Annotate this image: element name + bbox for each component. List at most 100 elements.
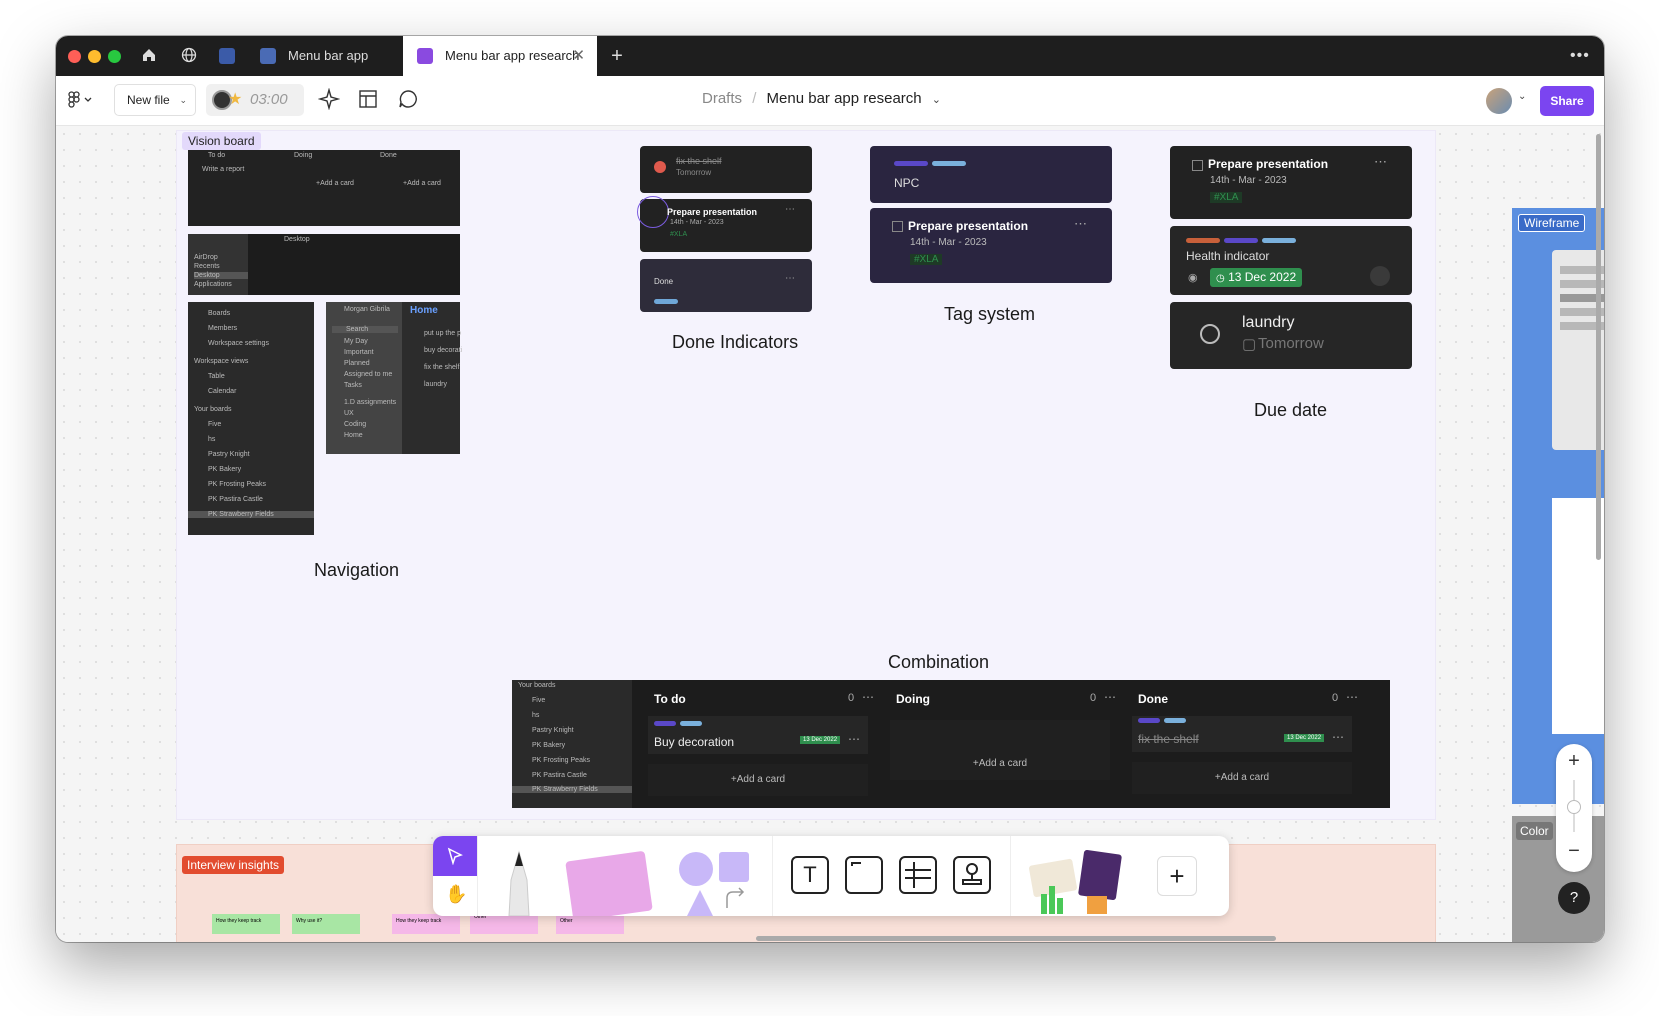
wireframe-section[interactable] — [1512, 208, 1604, 804]
done-card-hover[interactable]: Prepare presentation 14th - Mar - 2023 #… — [637, 196, 812, 252]
finder-screenshot[interactable]: Desktop AirDrop Recents Desktop Applicat… — [188, 234, 460, 295]
boards-sidebar-screenshot[interactable]: Boards Members Workspace settings Worksp… — [188, 302, 314, 535]
text-tool-icon[interactable]: T — [791, 856, 829, 894]
zoom-slider-handle[interactable] — [1567, 800, 1581, 814]
more-icon[interactable]: ⋯ — [1104, 690, 1116, 704]
globe-icon[interactable] — [180, 47, 198, 65]
more-icon[interactable]: ••• — [1570, 47, 1589, 65]
file-title[interactable]: Menu bar app research — [767, 90, 922, 107]
tag-pill — [1138, 718, 1160, 723]
kanban-screenshot[interactable]: To do Doing Done Write a report +Add a c… — [188, 150, 460, 226]
add-card-button[interactable]: +Add a card — [1132, 762, 1352, 794]
checked-circle-icon — [654, 161, 666, 173]
more-icon[interactable]: ⋯ — [862, 690, 874, 704]
triangle-shape-icon[interactable] — [685, 888, 715, 916]
add-card-button[interactable]: +Add a card — [890, 720, 1110, 780]
due-date-badge: 13 Dec 2022 — [800, 736, 841, 744]
zoom-in-icon[interactable]: + — [1556, 750, 1592, 773]
chevron-down-icon[interactable]: ⌄ — [1518, 91, 1526, 102]
file-tab-icon[interactable] — [218, 47, 236, 65]
tag-card-presentation[interactable]: Prepare presentation 14th - Mar - 2023 #… — [870, 208, 1112, 283]
hover-circle-icon — [637, 196, 669, 228]
more-icon[interactable]: ⋯ — [1332, 730, 1344, 744]
board-item: PK Pastira Castle — [208, 496, 263, 503]
checkbox-circle-icon[interactable] — [1200, 324, 1220, 344]
todo-search: Search — [332, 326, 398, 333]
breadcrumb-drafts[interactable]: Drafts — [702, 90, 742, 107]
horizontal-scrollbar[interactable] — [756, 936, 1276, 941]
tag-card-npc[interactable]: NPC — [870, 146, 1112, 203]
todo-task: fix the shelf — [424, 364, 460, 371]
section-label-vision-board[interactable]: Vision board — [182, 132, 261, 150]
due-card-presentation[interactable]: Prepare presentation 14th - Mar - 2023 #… — [1170, 146, 1412, 219]
sticky-note[interactable]: How they keep track — [392, 914, 460, 934]
more-icon[interactable]: ⋯ — [1374, 154, 1387, 170]
zoom-window-button[interactable] — [108, 50, 121, 63]
close-tab-icon[interactable]: ✕ — [572, 36, 585, 76]
more-icon[interactable]: ⋯ — [785, 273, 795, 284]
timer-widget[interactable]: ★ 03:00 — [206, 84, 304, 116]
layout-icon[interactable] — [358, 89, 378, 114]
help-icon[interactable]: ? — [1558, 882, 1590, 914]
label-combination[interactable]: Combination — [888, 652, 989, 673]
sticky-note-tool-icon[interactable] — [565, 850, 653, 916]
circle-shape-icon[interactable] — [679, 852, 713, 886]
more-icon[interactable]: ⋯ — [785, 204, 795, 215]
whiteboard-canvas[interactable]: Vision board To do Doing Done Write a re… — [56, 126, 1604, 942]
kanban-col-label: Doing — [294, 152, 313, 159]
share-button[interactable]: Share — [1540, 86, 1594, 116]
chevron-down-icon: ⌄ — [179, 95, 187, 105]
widgets-tool-icon[interactable] — [1027, 849, 1135, 916]
board-item: PK Bakery — [208, 466, 242, 473]
sticky-note[interactable]: How they keep track — [212, 914, 280, 934]
more-icon[interactable]: ⋯ — [1346, 690, 1358, 704]
combination-board[interactable]: Your boards Five hs Pastry Knight PK Bak… — [512, 680, 1390, 808]
section-label-interview-insights[interactable]: Interview insights — [182, 856, 285, 874]
connector-tool-icon[interactable] — [723, 886, 747, 910]
kanban-card[interactable]: fix the shelf 13 Dec 2022 ⋯ — [1132, 716, 1352, 752]
card-due: Tomorrow — [1258, 335, 1324, 352]
due-card-laundry[interactable]: laundry ▢ Tomorrow — [1170, 302, 1412, 369]
ai-sparkle-icon[interactable] — [317, 87, 341, 115]
more-tools-icon[interactable]: + — [1157, 856, 1197, 896]
user-avatar[interactable] — [1486, 88, 1512, 114]
more-icon[interactable]: ⋯ — [1074, 216, 1087, 232]
done-card-checked[interactable]: fix the shelf Tomorrow — [640, 146, 812, 193]
sticky-note[interactable]: Why use it? — [292, 914, 360, 934]
done-column-preview[interactable]: Done ⋯ — [640, 259, 812, 312]
new-tab-icon[interactable]: + — [608, 46, 626, 66]
close-window-button[interactable] — [68, 50, 81, 63]
sidebar-heading: Your boards — [194, 406, 232, 413]
todo-app-screenshot[interactable]: Morgan Gibrila Search My Day Important P… — [326, 302, 462, 454]
zoom-out-icon[interactable]: − — [1556, 840, 1592, 863]
main-menu-button[interactable] — [66, 90, 100, 112]
section-label-color[interactable]: Color — [1516, 822, 1553, 840]
stamp-tool-icon[interactable] — [953, 856, 991, 894]
minimize-window-button[interactable] — [88, 50, 101, 63]
comment-icon[interactable] — [398, 89, 418, 114]
more-icon[interactable]: ⋯ — [848, 732, 860, 746]
chevron-down-icon[interactable]: ⌄ — [932, 94, 941, 106]
label-navigation[interactable]: Navigation — [314, 560, 399, 581]
new-file-label: New file — [127, 93, 170, 107]
section-tool-icon[interactable] — [845, 856, 883, 894]
hand-tool-icon[interactable]: ✋ — [445, 884, 467, 905]
done-column-title: Done — [654, 277, 674, 286]
sticky-note[interactable]: Other — [556, 914, 624, 934]
tab-menu-bar-app-research[interactable]: Menu bar app research ✕ — [403, 36, 597, 76]
tag-pill — [654, 721, 676, 726]
add-card-button[interactable]: +Add a card — [648, 764, 868, 796]
table-tool-icon[interactable] — [899, 856, 937, 894]
new-file-button[interactable]: New file ⌄ — [114, 84, 196, 116]
label-due-date[interactable]: Due date — [1254, 400, 1327, 421]
square-shape-icon[interactable] — [719, 852, 749, 882]
move-tool[interactable] — [433, 836, 477, 876]
label-done-indicators[interactable]: Done Indicators — [672, 332, 798, 353]
vertical-scrollbar[interactable] — [1596, 134, 1601, 560]
section-label-wireframe[interactable]: Wireframe — [1518, 214, 1586, 232]
label-tag-system[interactable]: Tag system — [944, 304, 1035, 325]
marker-tool-icon[interactable] — [499, 850, 539, 916]
due-card-health[interactable]: Health indicator ◉ ◷ 13 Dec 2022 — [1170, 226, 1412, 295]
kanban-card[interactable]: Buy decoration 13 Dec 2022 ⋯ — [648, 716, 868, 754]
home-icon[interactable] — [140, 47, 158, 65]
